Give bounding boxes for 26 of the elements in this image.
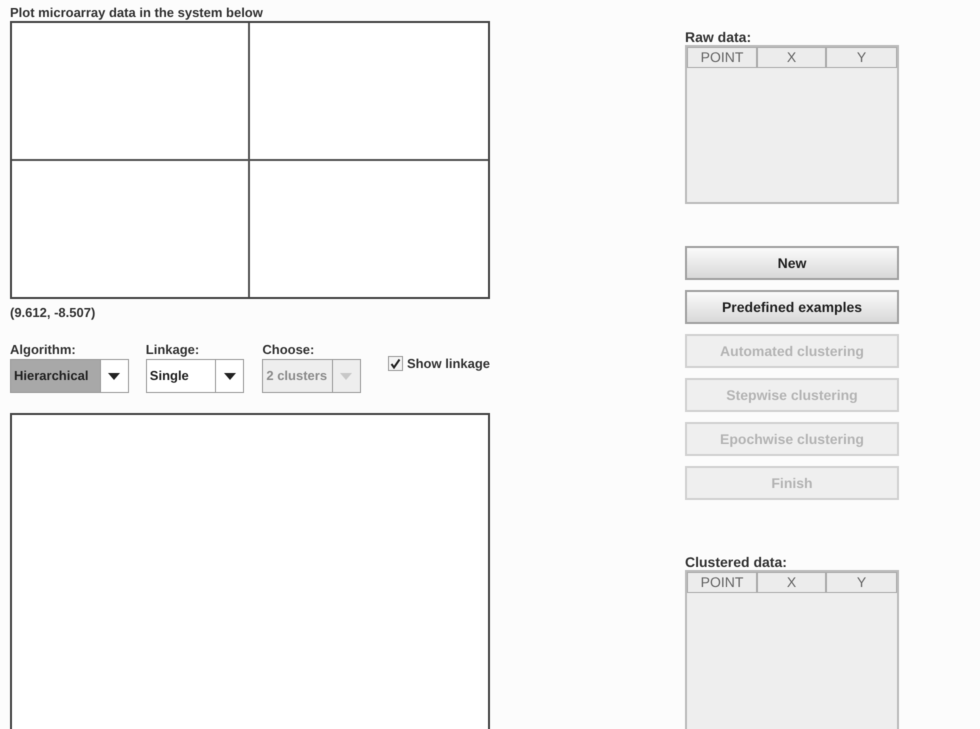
dropdown[interactable]: Single [146,359,244,393]
action-button[interactable]: Predefined examples [685,290,899,324]
field-label: Linkage: [146,342,200,358]
coordinates-label: (9.612, -8.507) [10,304,96,321]
column-header[interactable]: X [757,572,826,593]
caret-icon [224,372,236,380]
column-header[interactable]: POINT [687,47,757,68]
plot-title: Plot microarray data in the system below [10,4,263,21]
checkbox[interactable] [388,356,403,372]
checkbox-label: Show linkage [406,355,490,373]
caret-icon [340,372,352,380]
dropdown[interactable]: Hierarchical [10,359,129,393]
field-label: Choose: [262,342,314,358]
dropdown-value: 2 clusters [263,360,333,392]
dropdown-value: Hierarchical [11,360,101,392]
column-header[interactable]: POINT [687,572,757,593]
table-label: Raw data: [685,29,752,45]
dropdown-value: Single [146,360,216,392]
caret-icon [108,372,120,380]
table-label: Clustered data: [685,554,787,570]
field-label: Algorithm: [10,342,76,358]
action-button[interactable]: New [685,246,899,280]
column-header[interactable]: X [757,47,826,68]
plot-area[interactable] [10,21,490,299]
column-header[interactable]: Y [826,572,897,593]
column-header[interactable]: Y [826,47,897,68]
